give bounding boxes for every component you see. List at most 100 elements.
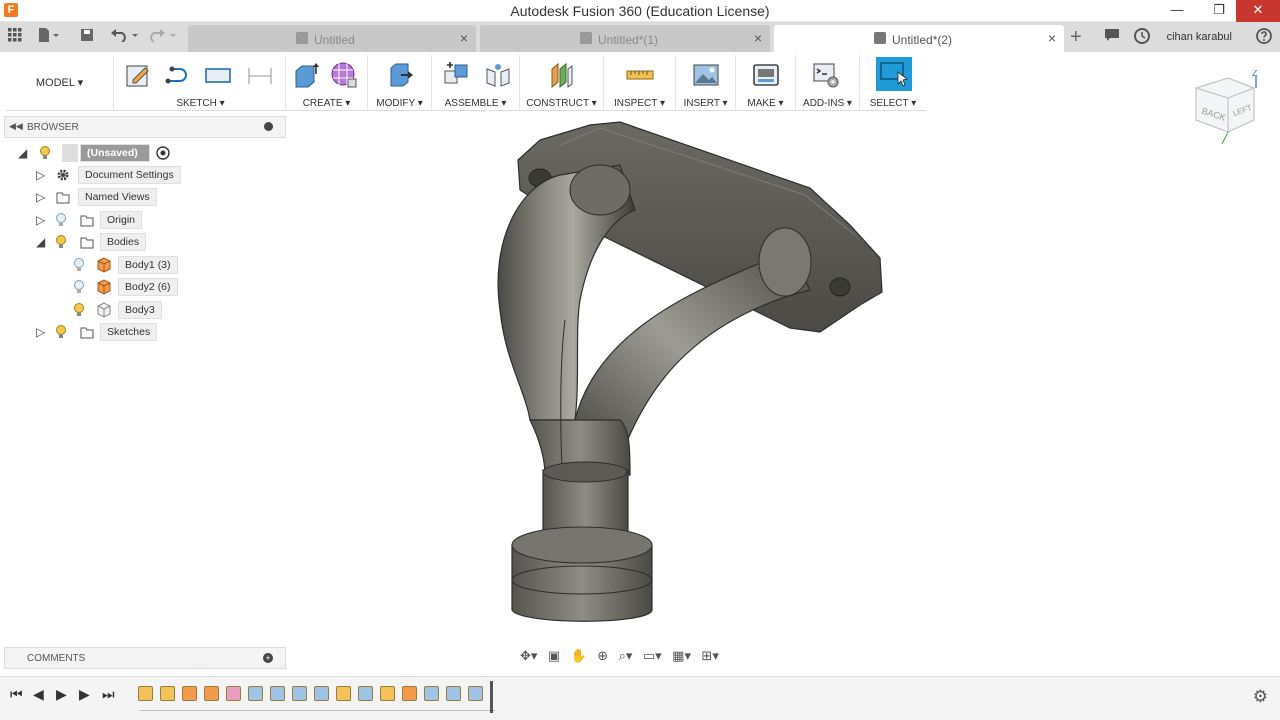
timeline-sketch-icon[interactable] bbox=[380, 686, 395, 701]
timeline-sketch-icon[interactable] bbox=[160, 686, 175, 701]
visibility-bulb-icon[interactable] bbox=[56, 235, 66, 249]
timeline-fillet-icon[interactable] bbox=[446, 686, 461, 701]
timeline-pipe-icon[interactable] bbox=[270, 686, 285, 701]
tree-item-body3[interactable]: Body3 bbox=[74, 301, 164, 319]
help-icon[interactable] bbox=[1256, 28, 1272, 46]
grid-settings-icon[interactable]: ▦▾ bbox=[672, 648, 691, 664]
visibility-bulb-off-icon[interactable] bbox=[74, 280, 84, 294]
close-tab-icon[interactable]: × bbox=[754, 30, 762, 46]
close-window-button[interactable]: ✕ bbox=[1236, 0, 1280, 22]
create-sketch-icon[interactable] bbox=[124, 61, 152, 89]
tab-untitled[interactable]: Untitled × bbox=[188, 25, 476, 52]
collapse-triangle-icon[interactable]: ◢ bbox=[18, 146, 30, 160]
undo-icon[interactable] bbox=[110, 28, 140, 46]
expand-triangle-icon[interactable]: ▷ bbox=[36, 168, 48, 182]
extrude-icon[interactable] bbox=[292, 61, 320, 89]
activate-component-icon[interactable] bbox=[156, 146, 170, 160]
tree-item-body1[interactable]: Body1 (3) bbox=[74, 256, 184, 274]
redo-icon[interactable] bbox=[148, 28, 178, 46]
expand-triangle-icon[interactable]: ▷ bbox=[36, 325, 48, 339]
timeline-extrude-icon[interactable] bbox=[204, 686, 219, 701]
joint-icon[interactable] bbox=[484, 61, 512, 89]
timeline-extrude-icon[interactable] bbox=[402, 686, 417, 701]
timeline-pipe-icon[interactable] bbox=[248, 686, 263, 701]
form-tspline-icon[interactable] bbox=[330, 61, 358, 89]
timeline-sketch-icon[interactable] bbox=[336, 686, 351, 701]
new-tab-plus-icon[interactable]: + bbox=[1070, 27, 1082, 47]
tree-item-body2[interactable]: Body2 (6) bbox=[74, 278, 184, 296]
insert-menu[interactable]: INSERT ▾ bbox=[676, 98, 735, 109]
tree-item-named-views[interactable]: ▷ Named Views bbox=[34, 188, 164, 206]
orbit-icon[interactable]: ✥▾ bbox=[520, 648, 537, 664]
display-settings-icon[interactable]: ▭▾ bbox=[643, 648, 662, 664]
close-tab-icon[interactable]: × bbox=[1048, 30, 1056, 46]
tree-item-bodies[interactable]: ◢ Bodies bbox=[34, 233, 154, 251]
construct-menu[interactable]: CONSTRUCT ▾ bbox=[520, 98, 603, 109]
expand-triangle-icon[interactable]: ▷ bbox=[36, 213, 48, 227]
comments-panel-header[interactable]: COMMENTS + bbox=[4, 647, 286, 669]
assemble-menu[interactable]: ASSEMBLE ▾ bbox=[432, 98, 519, 109]
visibility-bulb-icon[interactable] bbox=[40, 146, 50, 160]
timeline-fillet-icon[interactable] bbox=[314, 686, 329, 701]
measure-icon[interactable] bbox=[626, 61, 654, 89]
close-tab-icon[interactable]: × bbox=[460, 30, 468, 46]
exhaust-manifold-model[interactable] bbox=[290, 112, 1280, 647]
step-forward-icon[interactable]: ▶ bbox=[79, 686, 90, 703]
expand-triangle-icon[interactable]: ▷ bbox=[36, 190, 48, 204]
timeline-settings-gear-icon[interactable]: ⚙ bbox=[1253, 687, 1268, 707]
data-panel-grid-icon[interactable] bbox=[8, 28, 22, 46]
zoom-fit-icon[interactable]: ⌕▾ bbox=[619, 648, 633, 664]
tab-untitled-1[interactable]: Untitled*(1) × bbox=[480, 25, 770, 52]
canvas-viewport[interactable] bbox=[290, 112, 1280, 647]
make-menu[interactable]: MAKE ▾ bbox=[736, 98, 795, 109]
visibility-bulb-off-icon[interactable] bbox=[74, 258, 84, 272]
add-comment-icon[interactable]: + bbox=[263, 653, 273, 663]
timeline-chamfer-icon[interactable] bbox=[468, 686, 483, 701]
go-to-start-icon[interactable]: ⏮ bbox=[10, 686, 23, 703]
inspect-menu[interactable]: INSPECT ▾ bbox=[604, 98, 675, 109]
job-status-clock-icon[interactable] bbox=[1134, 28, 1150, 46]
sketch-menu[interactable]: SKETCH ▾ bbox=[116, 98, 285, 109]
minimize-button[interactable]: — bbox=[1162, 0, 1192, 22]
timeline-marker[interactable] bbox=[490, 681, 493, 713]
file-menu-icon[interactable] bbox=[38, 28, 60, 46]
timeline-sketch-icon[interactable] bbox=[138, 686, 153, 701]
create-menu[interactable]: CREATE ▾ bbox=[286, 98, 367, 109]
sketch-dimension-icon[interactable] bbox=[246, 61, 274, 89]
visibility-bulb-icon[interactable] bbox=[56, 325, 66, 339]
add-ins-menu[interactable]: ADD-INS ▾ bbox=[796, 98, 859, 109]
line-tool-icon[interactable] bbox=[164, 61, 192, 89]
offset-plane-icon[interactable] bbox=[548, 61, 576, 89]
user-account-name[interactable]: cihan karabul bbox=[1167, 31, 1232, 43]
save-icon[interactable] bbox=[80, 28, 94, 46]
timeline-fillet-icon[interactable] bbox=[424, 686, 439, 701]
tree-item-document-settings[interactable]: ▷ Document Settings bbox=[34, 166, 184, 184]
3d-print-icon[interactable] bbox=[752, 61, 780, 89]
step-back-icon[interactable]: ◀ bbox=[33, 686, 44, 703]
restore-button[interactable]: ❐ bbox=[1204, 0, 1234, 22]
look-at-icon[interactable]: ▣ bbox=[548, 648, 560, 664]
timeline-combine-icon[interactable] bbox=[292, 686, 307, 701]
tree-item-sketches[interactable]: ▷ Sketches bbox=[34, 323, 164, 341]
visibility-bulb-off-icon[interactable] bbox=[56, 213, 66, 227]
browser-options-icon[interactable] bbox=[264, 122, 273, 131]
viewports-icon[interactable]: ⊞▾ bbox=[701, 648, 718, 664]
visibility-bulb-icon[interactable] bbox=[74, 303, 84, 317]
browser-panel-header[interactable]: ◀◀ BROWSER bbox=[4, 116, 286, 138]
insert-image-icon[interactable] bbox=[692, 61, 720, 89]
timeline-extrude-icon[interactable] bbox=[182, 686, 197, 701]
new-component-icon[interactable] bbox=[442, 61, 470, 89]
zoom-window-icon[interactable]: ⊕ bbox=[597, 648, 608, 664]
press-pull-icon[interactable] bbox=[386, 61, 414, 89]
timeline-plane-icon[interactable] bbox=[226, 686, 241, 701]
tree-item-origin[interactable]: ▷ Origin bbox=[34, 211, 154, 229]
viewcube[interactable]: BACK LEFT Z bbox=[1188, 70, 1266, 150]
pan-hand-icon[interactable]: ✋ bbox=[571, 648, 587, 664]
modify-menu[interactable]: MODIFY ▾ bbox=[368, 98, 431, 109]
scripts-addins-icon[interactable] bbox=[812, 61, 840, 89]
select-menu[interactable]: SELECT ▾ bbox=[860, 98, 926, 109]
collapse-browser-icon[interactable]: ◀◀ bbox=[9, 121, 23, 132]
tree-root[interactable]: ◢ (Unsaved) bbox=[18, 144, 188, 162]
rectangle-tool-icon[interactable] bbox=[204, 61, 232, 89]
play-icon[interactable]: ▶ bbox=[56, 686, 67, 703]
